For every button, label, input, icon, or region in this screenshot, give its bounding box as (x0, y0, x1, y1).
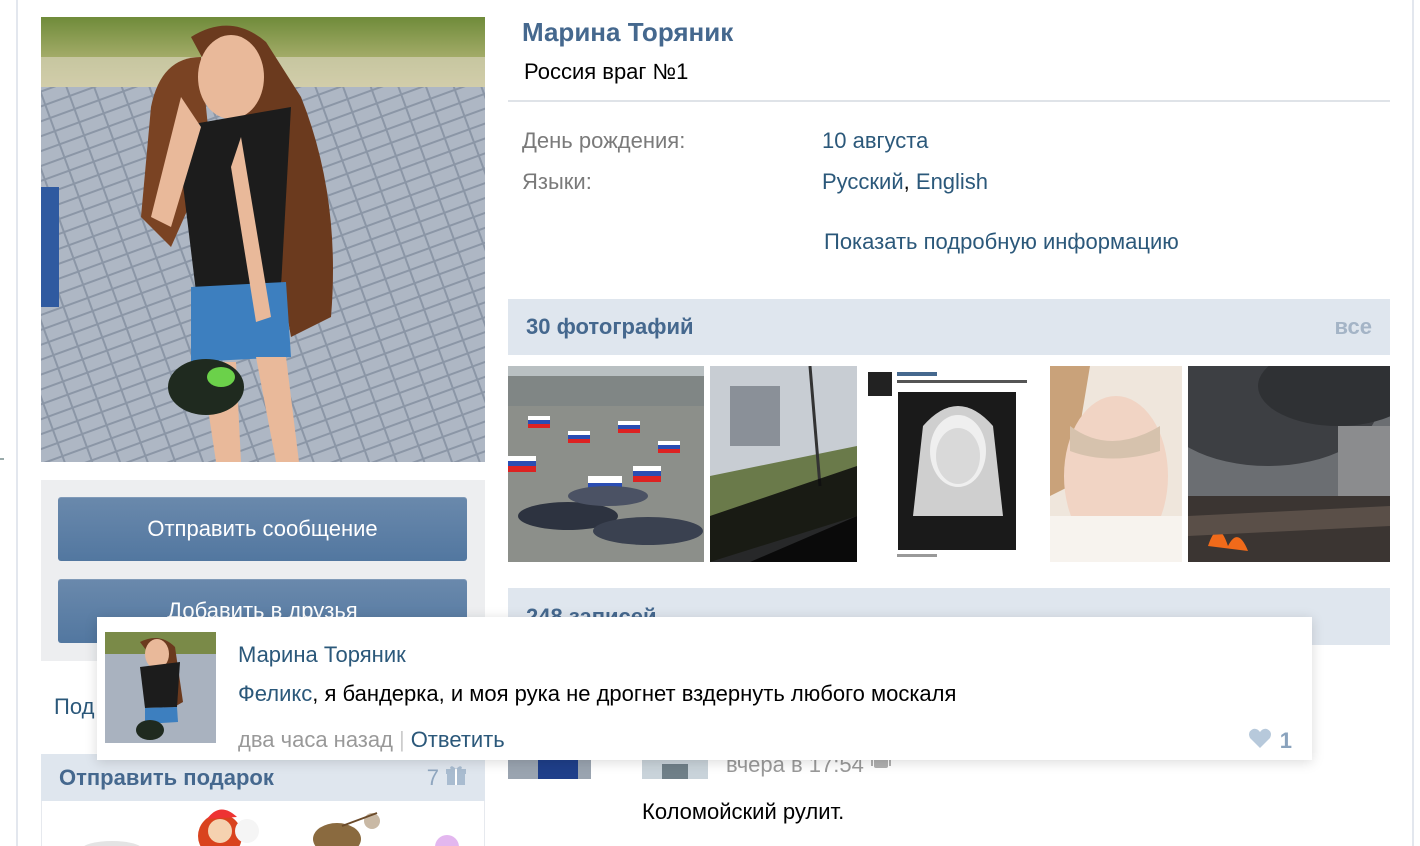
gift-icon (445, 764, 467, 792)
birthday-value[interactable]: 10 августа (822, 128, 928, 154)
post-text: Коломойский рулит. (642, 799, 845, 824)
post-author-avatar[interactable] (508, 760, 591, 779)
notification-time[interactable]: два часа назад (238, 727, 393, 752)
photos-all-link[interactable]: все (1335, 314, 1372, 340)
photo-thumb-3[interactable] (863, 366, 1044, 562)
photos-header[interactable]: 30 фотографий все (508, 299, 1390, 355)
notification-separator: | (398, 727, 405, 752)
divider (508, 100, 1390, 102)
subscribe-link[interactable]: Под (54, 694, 94, 720)
photo-thumb-5[interactable] (1188, 366, 1390, 562)
photo-thumb-4[interactable] (1050, 366, 1182, 562)
notification-popup[interactable]: Марина Торяник Феликс, я бандерка, и моя… (97, 617, 1312, 760)
edge-mark (0, 458, 4, 460)
photo-thumb-2[interactable] (710, 366, 857, 562)
notification-meta: два часа назад | Ответить (238, 727, 505, 753)
comment-author-avatar[interactable] (642, 760, 708, 779)
languages-value: Русский, English (822, 169, 988, 195)
like-count: 1 (1279, 728, 1292, 753)
notification-text: Феликс, я бандерка, и моя рука не дрогне… (238, 681, 956, 707)
language-separator: , (903, 169, 910, 194)
gift-count-value: 7 (426, 764, 439, 790)
profile-status[interactable]: Россия враг №1 (524, 59, 688, 85)
send-gift-title[interactable]: Отправить подарок (59, 765, 274, 791)
notification-mention[interactable]: Феликс (238, 681, 312, 706)
language-russian-link[interactable]: Русский (822, 169, 904, 194)
send-gift-header[interactable]: Отправить подарок 7 (41, 754, 485, 801)
photos-title[interactable]: 30 фотографий (526, 314, 694, 340)
gifts-row (41, 801, 485, 846)
show-more-info-link[interactable]: Показать подробную информацию (824, 229, 1179, 255)
language-english-link[interactable]: English (916, 169, 988, 194)
like-button[interactable]: 1 (1248, 727, 1292, 755)
languages-label: Языки: (522, 169, 592, 194)
photo-thumb-1[interactable] (508, 366, 704, 562)
profile-avatar-photo[interactable] (41, 17, 485, 462)
birthday-label: День рождения: (522, 128, 686, 153)
notification-message: , я бандерка, и моя рука не дрогнет взде… (312, 681, 957, 706)
reply-link[interactable]: Ответить (411, 727, 505, 752)
gift-count: 7 (427, 764, 467, 792)
heart-icon (1248, 727, 1272, 755)
notification-avatar[interactable] (105, 632, 216, 743)
send-message-button[interactable]: Отправить сообщение (58, 497, 467, 561)
notification-author[interactable]: Марина Торяник (238, 642, 406, 668)
profile-name: Марина Торяник (522, 17, 734, 47)
